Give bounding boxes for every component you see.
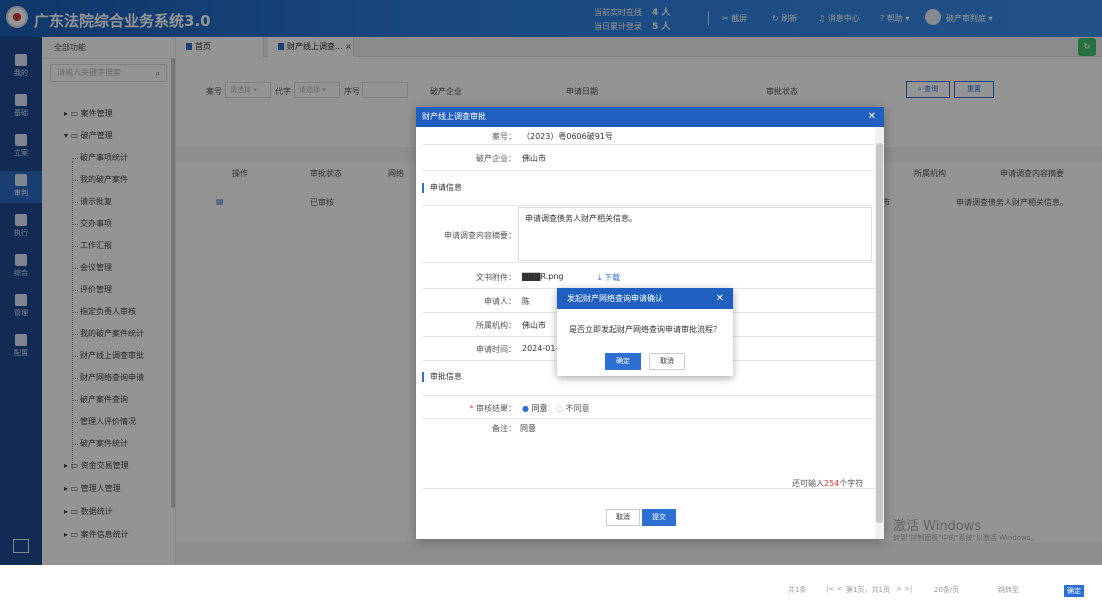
section-approve-title: 审批信息 [422, 372, 462, 382]
company-row: 破产企业： 佛山市 [422, 145, 875, 171]
attach-row: 文书附件： ▇▇▇R.png ⤓ 下载 [422, 265, 875, 289]
summary-label: 申请调查内容摘要： [444, 231, 516, 240]
pager: 共1条 |< < 第1页，共1页 > >| 20条/页 跳转至 确定 [176, 585, 1102, 602]
confirm-dialog: 发起财产网络查询申请确认 ✕ 是否立即发起财产网络查询申请审批流程？ 确定 取消 [557, 288, 733, 376]
org-label: 所属机构： [476, 321, 516, 330]
pager-goto: 跳转至 [998, 586, 1019, 594]
download-link[interactable]: ⤓ 下载 [598, 272, 620, 283]
result-label: * 审核结果： [469, 404, 516, 413]
confirm-ok-button[interactable]: 确定 [605, 353, 641, 370]
company-label: 破产企业： [476, 154, 516, 163]
time-label: 申请时间： [476, 345, 516, 354]
case-value: （2023）粤0606破91号 [522, 132, 613, 141]
result-row: * 审核结果： ● 同意 ○ 不同意 [422, 395, 875, 419]
org-value: 佛山市 [522, 321, 546, 330]
remark-textarea[interactable]: 同意 [518, 420, 872, 476]
case-label: 案号： [492, 132, 516, 141]
close-icon[interactable]: ✕ [868, 107, 876, 127]
pager-prev[interactable]: |< < [826, 585, 842, 593]
agree-radio[interactable]: ● 同意 [522, 403, 548, 414]
dialog-header: 财产线上调查审批 ✕ [416, 107, 884, 127]
remark-text: 同意 [520, 424, 536, 433]
pager-page: 第1页，共1页 [846, 586, 890, 594]
confirm-message: 是否立即发起财产网络查询申请审批流程？ [569, 325, 721, 334]
pager-total: 共1条 [788, 586, 807, 594]
dialog-cancel-button[interactable]: 取消 [606, 509, 640, 526]
company-value: 佛山市 [522, 154, 546, 163]
dialog-title: 财产线上调查审批 [422, 112, 486, 121]
pager-size[interactable]: 20条/页 [934, 585, 959, 595]
case-row: 案号： （2023）粤0606破91号 [422, 127, 875, 145]
attach-label: 文书附件： [476, 273, 516, 282]
pager-ok[interactable]: 确定 [1064, 585, 1084, 597]
section-apply-title: 申请信息 [422, 183, 462, 193]
pager-next[interactable]: > >| [896, 585, 912, 593]
summary-textarea[interactable]: 申请调查债务人财产相关信息。 [518, 207, 872, 261]
submit-button[interactable]: 提交 [642, 509, 676, 526]
confirm-title: 发起财产网络查询申请确认 [567, 294, 663, 303]
confirm-header: 发起财产网络查询申请确认 ✕ [557, 288, 733, 309]
dialog-scrollbar[interactable] [875, 127, 884, 539]
disagree-radio[interactable]: ○ 不同意 [556, 403, 590, 414]
remark-label: 备注： [492, 424, 516, 433]
applicant-label: 申请人： [484, 297, 516, 306]
close-icon[interactable]: ✕ [716, 288, 724, 309]
summary-text: 申请调查债务人财产相关信息。 [525, 214, 637, 223]
confirm-cancel-button[interactable]: 取消 [649, 353, 685, 370]
attach-file: ▇▇▇R.png [522, 272, 564, 281]
applicant-value: 陈 [522, 297, 530, 306]
char-counter: 还可输入254个字符 [792, 479, 864, 488]
scroll-thumb[interactable] [876, 143, 883, 523]
